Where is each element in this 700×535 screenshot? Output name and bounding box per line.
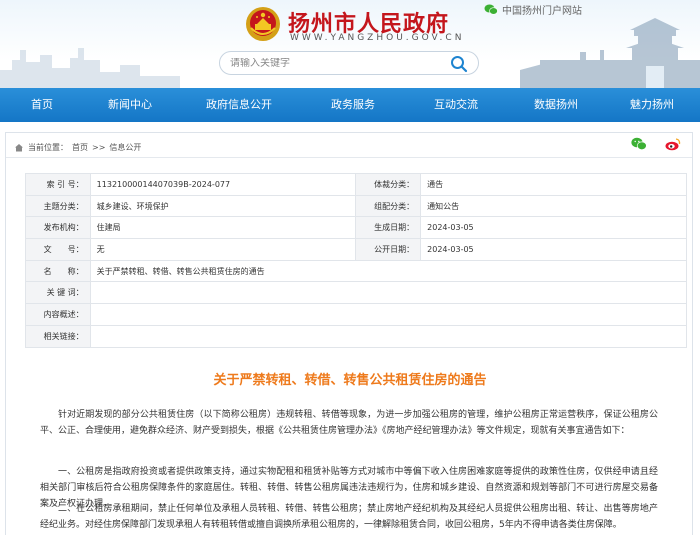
org-label: 发布机构：	[25, 216, 91, 240]
summary-value	[89, 303, 688, 326]
search-icon[interactable]	[450, 55, 468, 73]
breadcrumb-current[interactable]: 信息公开	[109, 142, 141, 153]
breadcrumb-prefix: 当前位置：	[28, 143, 68, 152]
article-paragraph-1: 针对近期发现的部分公共租赁住房（以下简称公租房）违规转租、转借等现象，为进一步加…	[40, 410, 658, 436]
name-value: 关于严禁转租、转借、转售公共租赁住房的通告	[89, 259, 688, 283]
summary-label: 内容概述：	[25, 303, 91, 326]
table-row: 内容概述：	[25, 303, 688, 326]
content-panel: 当前位置： 首页 >> 信息公开 索 引 号： 1132100001440703…	[5, 132, 693, 535]
wechat-icon	[484, 4, 498, 15]
table-row: 索 引 号： 11321000014407039B-2024-077 体裁分类：…	[25, 173, 687, 196]
category-value: 通告	[420, 173, 687, 196]
portal-link-label: 中国扬州门户网站	[502, 6, 582, 17]
table-row: 发布机构： 住建局 生成日期： 2024-03-05	[25, 216, 687, 240]
issuer-label: 组配分类：	[355, 194, 422, 218]
breadcrumb-divider	[6, 157, 692, 158]
pub-date-value: 2024-03-05	[420, 238, 687, 261]
topic-label: 主题分类：	[25, 194, 91, 218]
category-label: 体裁分类：	[355, 173, 422, 196]
table-row: 主题分类： 城乡建设、环境保护 组配分类： 通知公告	[25, 194, 687, 218]
nav-item-info-public[interactable]: 政府信息公开	[176, 88, 302, 122]
article-paragraph-3: 二、在公租房承租期间，禁止任何单位及承租人员转租、转借、转售公租房；禁止房地产经…	[40, 504, 658, 530]
issuer-value: 通知公告	[420, 194, 687, 218]
emblem-icon	[246, 7, 280, 41]
doc-no-value: 无	[89, 238, 357, 261]
doc-no-label: 文 号：	[25, 238, 91, 261]
table-row: 相关链接：	[25, 324, 688, 348]
weibo-share-icon[interactable]	[665, 137, 681, 151]
nav-item-charm[interactable]: 魅力扬州	[604, 88, 700, 122]
name-label: 名 称：	[25, 259, 91, 283]
keywords-value	[89, 281, 688, 305]
org-value: 住建局	[89, 216, 357, 240]
breadcrumb: 当前位置： 首页 >> 信息公开	[14, 142, 141, 153]
links-value	[89, 324, 688, 348]
table-row: 关 键 词：	[25, 281, 688, 305]
nav-item-news[interactable]: 新闻中心	[84, 88, 176, 122]
nav-item-data[interactable]: 数据扬州	[508, 88, 604, 122]
main-nav: 首页 新闻中心 政府信息公开 政务服务 互动交流 数据扬州 魅力扬州	[0, 88, 700, 122]
breadcrumb-home[interactable]: 首页	[72, 142, 88, 153]
nav-item-home[interactable]: 首页	[0, 88, 84, 122]
gen-date-label: 生成日期：	[355, 216, 422, 240]
keywords-label: 关 键 词：	[25, 281, 91, 305]
pub-date-label: 公开日期：	[355, 238, 422, 261]
site-header: 扬州市人民政府 WWW.YANGZHOU.GOV.CN 中国扬州门户网站	[0, 0, 700, 88]
breadcrumb-separator: >>	[92, 143, 106, 152]
article-title: 关于严禁转租、转借、转售公共租赁住房的通告	[213, 373, 487, 388]
portal-link[interactable]: 中国扬州门户网站	[484, 2, 582, 17]
wechat-share-icon[interactable]	[631, 137, 647, 151]
index-label: 索 引 号：	[25, 173, 91, 196]
table-row: 文 号： 无 公开日期： 2024-03-05	[25, 238, 687, 261]
topic-value: 城乡建设、环境保护	[89, 194, 357, 218]
search-input[interactable]	[230, 57, 450, 69]
index-value: 11321000014407039B-2024-077	[89, 173, 357, 196]
gen-date-value: 2024-03-05	[420, 216, 687, 240]
home-icon	[15, 144, 23, 152]
metadata-table: 索 引 号： 11321000014407039B-2024-077 体裁分类：…	[25, 173, 688, 348]
table-row: 名 称： 关于严禁转租、转借、转售公共租赁住房的通告	[25, 259, 688, 283]
site-url: WWW.YANGZHOU.GOV.CN	[290, 33, 465, 43]
search-box[interactable]	[219, 51, 479, 75]
nav-item-interaction[interactable]: 互动交流	[404, 88, 508, 122]
links-label: 相关链接：	[25, 324, 91, 348]
nav-item-services[interactable]: 政务服务	[302, 88, 404, 122]
skyline-decoration	[0, 48, 180, 88]
